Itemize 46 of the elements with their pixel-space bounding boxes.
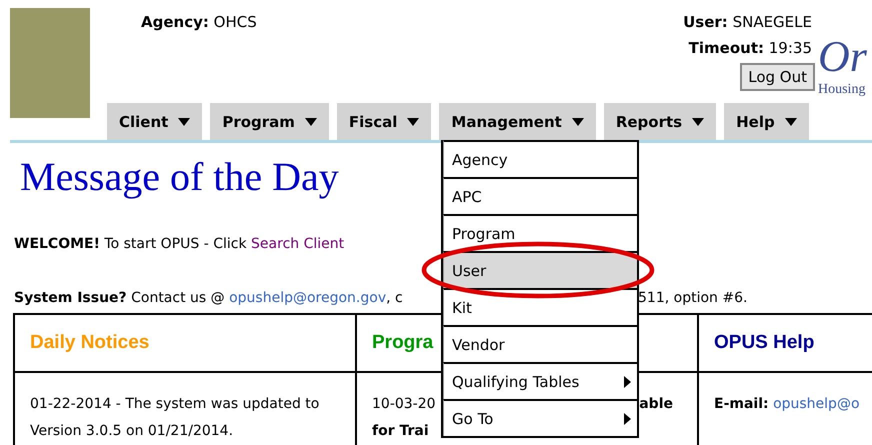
system-issue-text: 511, option #6.	[638, 289, 748, 308]
agency-text: Agency: OHCS	[141, 13, 257, 31]
logo-text: Or	[818, 32, 868, 82]
nav-tab[interactable]: Reports	[604, 103, 716, 140]
nav-label: Management	[451, 112, 562, 130]
nav-tab[interactable]: Fiscal	[336, 103, 432, 140]
menu-item[interactable]: APC	[443, 177, 637, 214]
menu-item[interactable]: Go To	[443, 399, 637, 436]
welcome-text: WELCOME! To start OPUS - Click Search Client	[14, 235, 344, 254]
menu-item[interactable]: User	[443, 251, 637, 288]
nav-tab[interactable]: Management	[439, 103, 596, 140]
nav-label: Fiscal	[348, 112, 398, 130]
notice-text: able	[639, 395, 673, 414]
caret-icon	[178, 118, 190, 126]
email-text: E-mail: opushelp@o	[714, 395, 861, 414]
nav-label: Client	[119, 112, 168, 130]
nav-label: Program	[222, 112, 295, 130]
column-title: OPUS Help	[714, 332, 814, 354]
email-link[interactable]: opushelp@oregon.gov	[229, 290, 386, 306]
column-title: Progra	[372, 332, 434, 354]
nav-tab[interactable]: Help	[724, 103, 809, 140]
menu-item[interactable]: Kit	[443, 288, 637, 325]
caret-icon	[572, 118, 584, 126]
timeout-text: Timeout: 19:35	[688, 39, 812, 57]
caret-icon	[784, 118, 797, 126]
search-client-link[interactable]: Search Client	[251, 236, 344, 252]
notice-text: 10-03-20	[372, 395, 436, 414]
notice-text: 01-22-2014 - The system was updated to Version 3.0.5 on 01/21/2014.	[30, 395, 320, 441]
notice-text: for Trai	[372, 423, 429, 439]
page-title: Message of the Day	[20, 154, 339, 200]
nav-label: Help	[736, 112, 775, 130]
email-link[interactable]: opushelp@o	[773, 396, 860, 412]
caret-icon	[304, 118, 317, 126]
menu-item[interactable]: Agency	[443, 140, 637, 177]
user-text: User: SNAEGELE	[683, 13, 812, 31]
nav-label: Reports	[616, 112, 682, 130]
menu-item[interactable]: Vendor	[443, 325, 637, 362]
logo-subtext: Housing	[818, 82, 866, 98]
menu-item[interactable]: Program	[443, 214, 637, 251]
column-title: Daily Notices	[30, 332, 150, 354]
nav-tab[interactable]: Client	[107, 103, 202, 140]
caret-icon	[407, 118, 420, 126]
logout-button[interactable]: Log Out	[740, 63, 815, 91]
menu-item[interactable]: Qualifying Tables	[443, 362, 637, 399]
caret-icon	[692, 118, 704, 126]
nav-tab[interactable]: Program	[210, 103, 329, 140]
